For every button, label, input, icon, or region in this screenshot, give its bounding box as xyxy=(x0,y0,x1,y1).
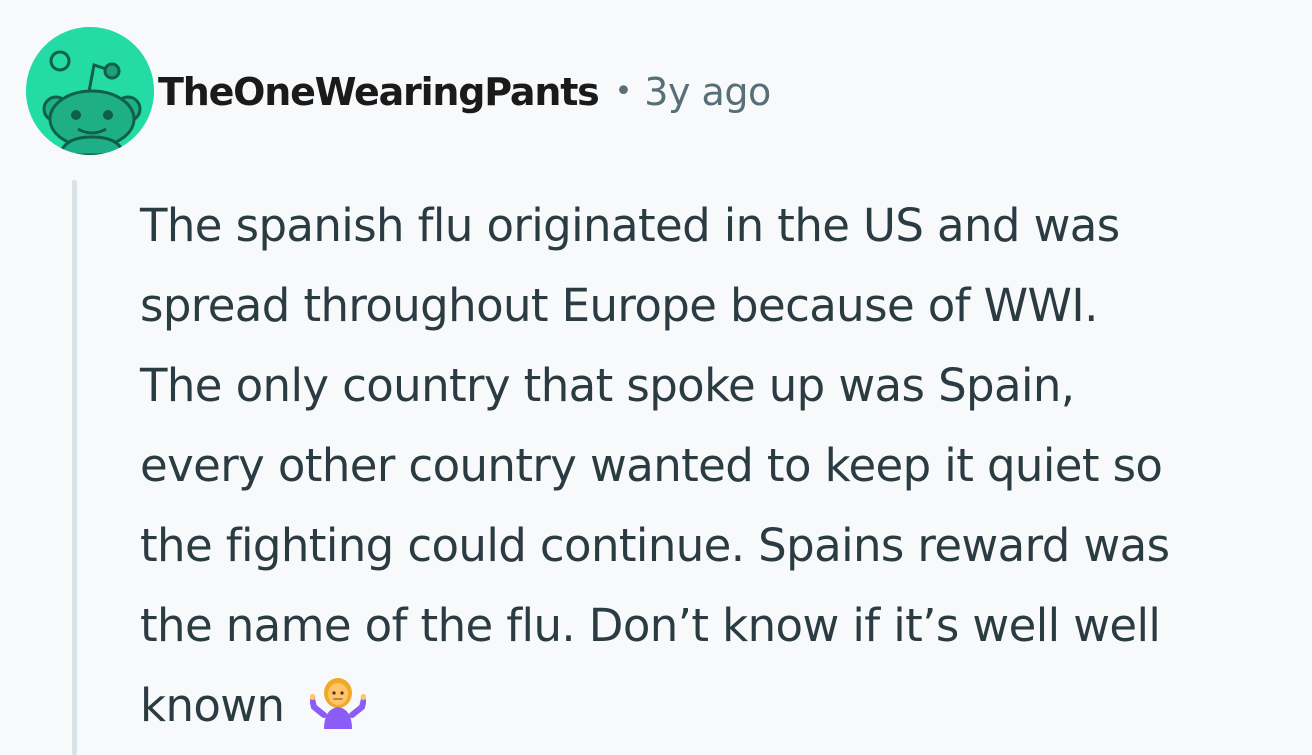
comment-meta: TheOneWearingPants • 3y ago xyxy=(158,70,771,114)
author-username[interactable]: TheOneWearingPants xyxy=(158,70,600,114)
comment-timestamp[interactable]: 3y ago xyxy=(644,70,771,114)
meta-separator: • xyxy=(614,74,633,109)
comment-body-line: The only country that spoke up was Spain… xyxy=(140,359,1075,412)
comment-body-line: The spanish flu originated in the US and… xyxy=(140,199,1120,252)
comment-body: The spanish flu originated in the US and… xyxy=(140,186,1305,746)
comment-header: TheOneWearingPants • 3y ago xyxy=(26,27,771,155)
comment-body-line: the name of the flu. Don’t know if it’s … xyxy=(140,599,1161,652)
reddit-snoo-avatar-icon xyxy=(26,27,154,155)
comment-body-line: the fighting could continue. Spains rewa… xyxy=(140,519,1170,572)
comment: TheOneWearingPants • 3y ago The spanish … xyxy=(0,0,1312,755)
person-shrugging-emoji-icon xyxy=(309,673,368,729)
comment-body-last-line: known xyxy=(140,666,1305,746)
comment-body-line: spread throughout Europe because of WWI. xyxy=(140,279,1098,332)
comment-body-line: every other country wanted to keep it qu… xyxy=(140,439,1163,492)
avatar[interactable] xyxy=(26,27,154,155)
thread-line[interactable] xyxy=(72,180,77,755)
comment-body-line: known xyxy=(140,679,285,732)
